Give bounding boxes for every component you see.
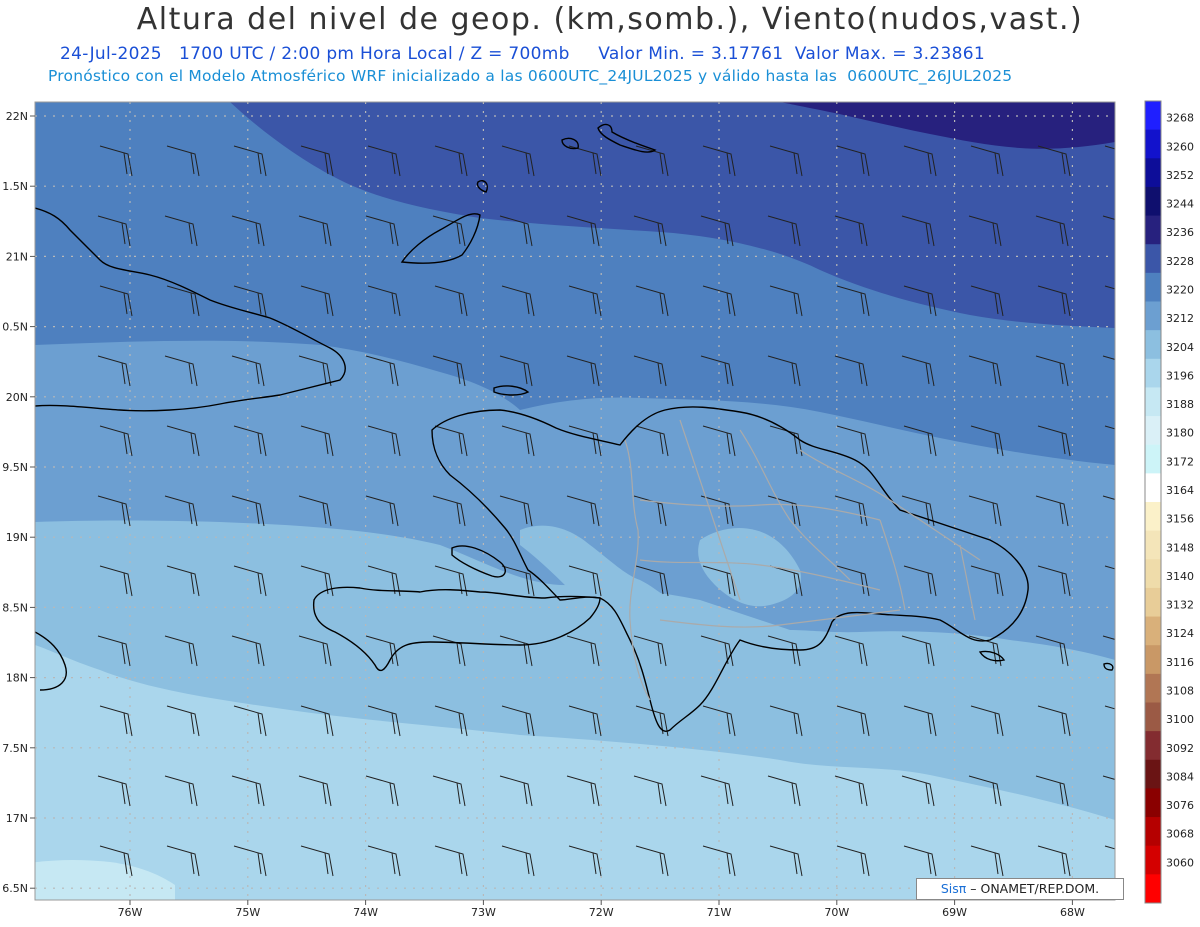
colorbar-swatch: [1145, 673, 1161, 703]
colorbar-label: 3164: [1166, 484, 1194, 497]
colorbar-label: 3108: [1166, 685, 1194, 698]
credit-logo: Sis: [940, 881, 959, 896]
lon-tick-label: 76W: [118, 906, 143, 919]
colorbar-swatch: [1145, 559, 1161, 589]
lat-tick-label: 22N: [6, 110, 28, 123]
wind-barb: [433, 916, 465, 927]
wind-barb: [969, 916, 1001, 927]
lon-tick-label: 70W: [824, 906, 849, 919]
colorbar: 3268 3260 3252 3244 3236 3228 3220 3212 3204 3196…: [1144, 100, 1194, 904]
colorbar-swatch: [1145, 186, 1161, 217]
colorbar-label: 3188: [1166, 398, 1194, 411]
colorbar-label: 3148: [1166, 541, 1194, 554]
colorbar-swatch: [1145, 129, 1161, 159]
colorbar-label: 3172: [1166, 455, 1194, 468]
colorbar-swatch: [1145, 845, 1161, 875]
colorbar-swatch: [1145, 530, 1161, 560]
colorbar-swatch: [1145, 330, 1161, 360]
colorbar-swatch: [1145, 874, 1161, 904]
colorbar-label: 3212: [1166, 312, 1194, 325]
wind-barb: [165, 916, 197, 927]
lat-tick-label: 8.5N: [2, 601, 28, 614]
lat-tick-label: 6.5N: [2, 882, 28, 895]
colorbar-swatch: [1145, 215, 1161, 245]
wind-barb: [634, 916, 666, 927]
lat-tick-label: 20N: [6, 391, 28, 404]
colorbar-label: 3156: [1166, 513, 1194, 526]
colorbar-swatch: [1145, 502, 1161, 532]
colorbar-label: 3124: [1166, 627, 1194, 640]
latitude-labels: 22N 1.5N 21N 0.5N 20N 9.5N 19N 8.5N 18N 7.5N 17N 6.…: [2, 110, 35, 895]
colorbar-swatch: [1145, 416, 1161, 446]
colorbar-swatch: [1145, 788, 1161, 818]
lat-tick-label: 19N: [6, 531, 28, 544]
lat-tick-label: 18N: [6, 672, 28, 685]
colorbar-label: 3060: [1166, 856, 1194, 869]
colorbar-swatch: [1145, 101, 1161, 131]
lon-tick-label: 75W: [235, 906, 260, 919]
colorbar-label: 3252: [1166, 169, 1194, 182]
colorbar-swatch: [1145, 444, 1161, 474]
colorbar-label: 3220: [1166, 284, 1194, 297]
lat-tick-label: 7.5N: [2, 742, 28, 755]
colorbar-label: 3116: [1166, 656, 1194, 669]
colorbar-swatch: [1145, 702, 1161, 732]
colorbar-label: 3244: [1166, 198, 1194, 211]
colorbar-label: 3100: [1166, 713, 1194, 726]
lat-tick-label: 1.5N: [2, 180, 28, 193]
wind-barb: [902, 916, 934, 927]
wind-barb: [1170, 916, 1200, 927]
colorbar-label: 3076: [1166, 799, 1194, 812]
lon-tick-label: 69W: [942, 906, 967, 919]
colorbar-swatch: [1145, 301, 1161, 331]
colorbar-swatch: [1145, 158, 1161, 188]
credit-box: Sisπ – ONAMET/REP.DOM.: [916, 878, 1124, 900]
lon-tick-label: 68W: [1060, 906, 1085, 919]
colorbar-label: 3068: [1166, 828, 1194, 841]
colorbar-label: 3228: [1166, 255, 1194, 268]
colorbar-swatch: [1145, 473, 1161, 503]
colorbar-label: 3260: [1166, 140, 1194, 153]
lat-tick-label: 21N: [6, 250, 28, 263]
colorbar-label: 3092: [1166, 742, 1194, 755]
colorbar-swatch: [1145, 817, 1161, 847]
colorbar-swatch: [1145, 731, 1161, 761]
lon-tick-label: 74W: [353, 906, 378, 919]
geopotential-shading: [35, 102, 1115, 900]
colorbar-label: 3236: [1166, 226, 1194, 239]
colorbar-label: 3140: [1166, 570, 1194, 583]
colorbar-label: 3204: [1166, 341, 1194, 354]
colorbar-label: 3268: [1166, 112, 1194, 125]
wind-barb: [1103, 916, 1135, 927]
colorbar-swatch: [1145, 759, 1161, 789]
colorbar-swatch: [1145, 387, 1161, 417]
colorbar-label: 3196: [1166, 369, 1194, 382]
longitude-labels: 76W 75W 74W 73W 72W 71W 70W 69W 68W: [118, 900, 1085, 919]
credit-text: – ONAMET/REP.DOM.: [966, 881, 1100, 896]
map-figure: 22N 1.5N 21N 0.5N 20N 9.5N 19N 8.5N 18N 7.5N 17N 6.…: [2, 100, 1200, 927]
colorbar-swatch: [1145, 645, 1161, 675]
colorbar-label: 3084: [1166, 770, 1194, 783]
lat-tick-label: 17N: [6, 812, 28, 825]
colorbar-swatch: [1145, 272, 1161, 302]
colorbar-swatch: [1145, 244, 1161, 274]
lon-tick-label: 73W: [471, 906, 496, 919]
colorbar-swatch: [1145, 616, 1161, 646]
lat-tick-label: 9.5N: [2, 461, 28, 474]
colorbar-label: 3180: [1166, 427, 1194, 440]
colorbar-swatch: [1145, 358, 1161, 388]
colorbar-label: 3132: [1166, 599, 1194, 612]
lat-tick-label: 0.5N: [2, 321, 28, 334]
wind-barb: [768, 916, 800, 927]
wind-barb: [299, 916, 331, 927]
colorbar-swatch: [1145, 587, 1161, 618]
lon-tick-label: 72W: [589, 906, 614, 919]
wind-barb: [500, 916, 532, 927]
lon-tick-label: 71W: [707, 906, 732, 919]
